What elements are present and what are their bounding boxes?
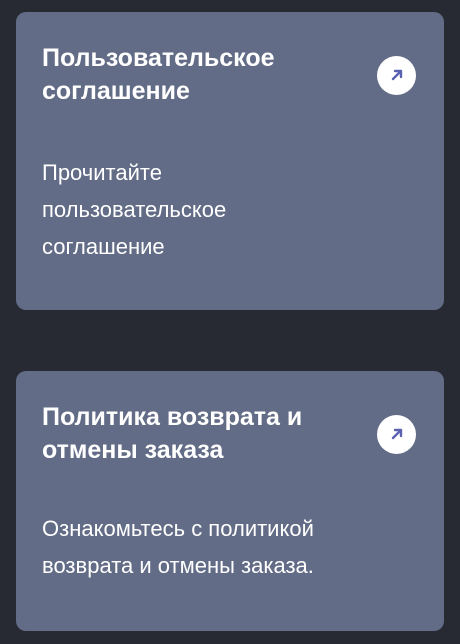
open-link-button[interactable] bbox=[377, 55, 416, 95]
card-description: Прочитайте пользовательское соглашение bbox=[42, 160, 227, 259]
card-return-policy[interactable]: Политика возврата и отмены заказа Ознако… bbox=[16, 371, 444, 631]
card-header: Пользовательское соглашение bbox=[42, 42, 418, 108]
card-title: Пользовательское соглашение bbox=[42, 44, 275, 105]
card-description: Ознакомьтесь с политикой возврата и отме… bbox=[42, 516, 314, 578]
card-header: Политика возврата и отмены заказа bbox=[42, 401, 418, 467]
arrow-up-right-icon bbox=[391, 69, 402, 81]
card-user-agreement[interactable]: Пользовательское соглашение Прочитайте п… bbox=[16, 12, 444, 310]
arrow-up-right-icon bbox=[391, 428, 402, 440]
card-title: Политика возврата и отмены заказа bbox=[42, 403, 303, 464]
open-link-button[interactable] bbox=[377, 414, 416, 454]
